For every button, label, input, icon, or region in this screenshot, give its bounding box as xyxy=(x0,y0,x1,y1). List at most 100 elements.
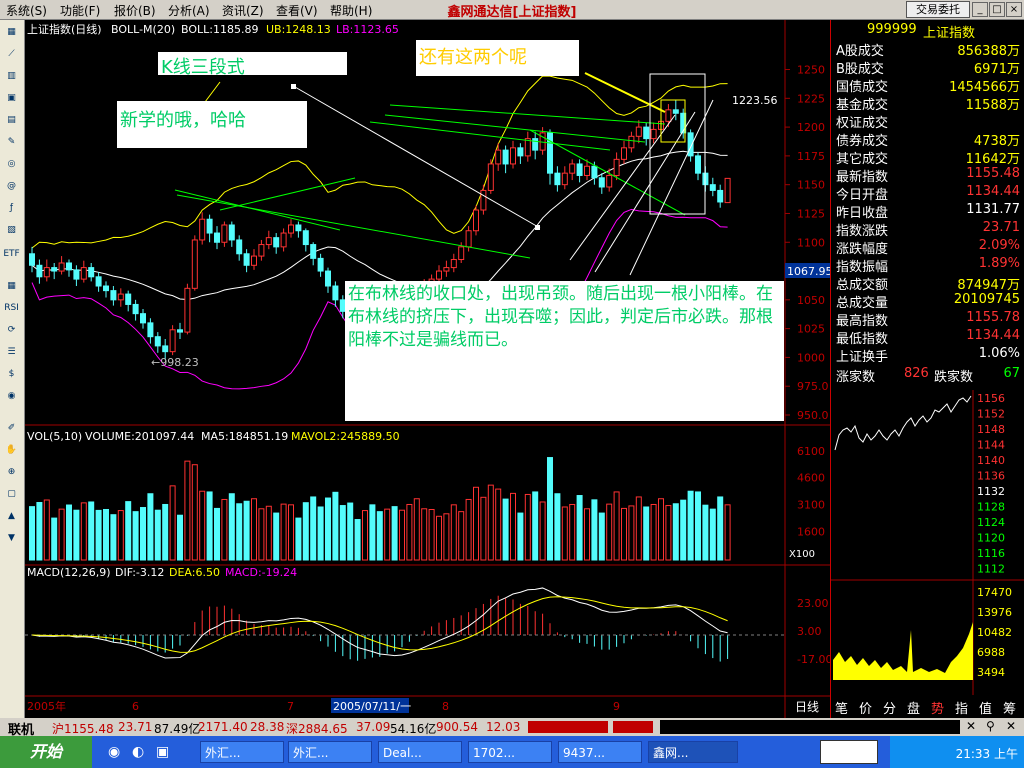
panel-icon[interactable]: ▢ xyxy=(3,487,20,502)
volume-bar xyxy=(561,506,568,561)
refresh-icon[interactable]: ⟳ xyxy=(3,323,20,338)
task-6[interactable]: 鑫网... xyxy=(648,741,738,763)
list-icon[interactable]: ☰ xyxy=(3,345,20,360)
macd-tick-label: -17.00 xyxy=(797,653,830,666)
search-icon[interactable]: ⚲ xyxy=(986,719,995,733)
info-row: 上证换手 1.06% xyxy=(834,346,1022,365)
volume-value: VOLUME:201097.44 xyxy=(85,430,194,443)
candle-body xyxy=(672,109,679,114)
minimize-icon[interactable]: _ xyxy=(972,2,988,17)
volume-bar xyxy=(517,512,524,561)
price-tick-label: 1000 xyxy=(797,351,825,364)
intraday-tick-label: 1116 xyxy=(977,547,1005,560)
close-icon[interactable]: × xyxy=(1006,2,1022,17)
etf-icon[interactable]: ETF xyxy=(3,247,20,262)
status-bar: 联机 沪1155.48 23.71 87.49亿 2171.40 28.38 深… xyxy=(0,718,1024,738)
settings-icon[interactable]: ✕ xyxy=(1006,719,1016,733)
candle-body xyxy=(251,255,257,266)
lb-value: LB:1123.65 xyxy=(336,23,399,36)
intraday-tick-label: 1112 xyxy=(977,563,1005,576)
candle xyxy=(473,205,479,236)
bar-chart-icon[interactable]: ▥ xyxy=(3,69,20,84)
task-3[interactable]: Deal... xyxy=(378,741,462,763)
task-2[interactable]: 外汇... xyxy=(288,741,372,763)
window-icon[interactable]: ▣ xyxy=(3,91,20,106)
line-chart-icon[interactable]: ⟋ xyxy=(3,47,20,62)
info-value: 1134.44 xyxy=(966,184,1020,199)
month-8: 8 xyxy=(442,700,449,713)
volume-bar xyxy=(502,498,509,561)
tab-price[interactable]: 价 xyxy=(859,698,872,717)
volume-bar xyxy=(258,508,265,561)
candle-body xyxy=(280,232,287,248)
tab-value[interactable]: 值 xyxy=(979,698,992,717)
macd-label: MACD(12,26,9) xyxy=(27,566,111,579)
info-value: 6971万 xyxy=(973,62,1020,77)
volume-bar xyxy=(310,496,317,561)
volume-bar xyxy=(184,460,191,561)
globe-icon[interactable]: ◉ xyxy=(3,389,20,404)
info-row: 总成交量 20109745 xyxy=(834,292,1022,311)
task-4[interactable]: 1702... xyxy=(468,741,552,763)
zoom-icon[interactable]: ⊕ xyxy=(3,465,20,480)
arrow-up-icon[interactable]: ▲ xyxy=(3,509,20,524)
intraday-chart[interactable]: 1156 1152 1148 1144 1140 1136 1132 1128 1124 1120… xyxy=(831,390,1024,695)
tab-chips[interactable]: 筹 xyxy=(1003,698,1016,717)
media-icon[interactable]: ◐ xyxy=(132,744,144,760)
tab-book[interactable]: 盘 xyxy=(907,698,920,717)
maximize-icon[interactable]: □ xyxy=(989,2,1005,17)
tools-icon[interactable]: ✕ xyxy=(966,719,976,733)
volume-bar xyxy=(391,506,398,561)
volume-bar xyxy=(228,493,235,561)
at-icon[interactable]: @ xyxy=(3,179,20,194)
input-box[interactable] xyxy=(820,740,878,764)
volume-bar xyxy=(125,501,132,561)
volume-bar xyxy=(384,508,391,561)
arrow-down-icon[interactable]: ▼ xyxy=(3,531,20,546)
grid-icon[interactable]: ▦ xyxy=(3,25,20,40)
note-icon[interactable]: ✎ xyxy=(3,135,20,150)
breadth-row: 涨家数 826 跌家数 67 xyxy=(834,366,1022,385)
period-label[interactable]: 日线 xyxy=(795,700,819,714)
candle-body xyxy=(458,246,465,261)
hand-icon[interactable]: ✋ xyxy=(3,443,20,458)
pen-icon[interactable]: ✐ xyxy=(3,421,20,436)
volume-bar xyxy=(717,496,724,561)
info-row: 总成交额 874947万 xyxy=(834,274,1022,293)
candle xyxy=(724,177,731,204)
info-value: 874947万 xyxy=(957,278,1020,293)
current-price-label: 1067.95 xyxy=(787,265,830,278)
money-icon[interactable]: $ xyxy=(3,367,20,382)
index-title: 999999 上证指数 xyxy=(831,20,1024,41)
rsi-icon[interactable]: RSI xyxy=(3,301,20,316)
browser-icon[interactable]: ◉ xyxy=(108,744,120,760)
candle-body xyxy=(554,172,561,186)
document-icon[interactable]: ▧ xyxy=(3,223,20,238)
volume-bar xyxy=(532,491,539,561)
price-tick-label: 1175 xyxy=(797,150,825,163)
tab-index[interactable]: 指 xyxy=(955,698,968,717)
table-icon[interactable]: ▤ xyxy=(3,113,20,128)
task-1[interactable]: 外汇... xyxy=(200,741,284,763)
date-marker: 2005/07/11/一 xyxy=(333,700,411,713)
volume-bar xyxy=(665,505,672,561)
candle-body xyxy=(43,267,50,278)
ub-value: UB:1248.13 xyxy=(266,23,331,36)
calendar-icon[interactable]: ▦ xyxy=(3,279,20,294)
intraday-tick-label: 1152 xyxy=(977,408,1005,421)
trade-button[interactable]: 交易委托 xyxy=(906,1,970,18)
desktop-icon[interactable]: ▣ xyxy=(156,744,169,760)
tab-trend[interactable]: 势 xyxy=(931,698,944,717)
volume-bar xyxy=(117,510,124,561)
volume-bar xyxy=(450,504,457,561)
marker-dot-2 xyxy=(535,225,540,230)
task-5[interactable]: 9437... xyxy=(558,741,642,763)
search-icon[interactable]: ◎ xyxy=(3,157,20,172)
info-value: 1.89% xyxy=(978,256,1020,271)
start-button[interactable]: 开始 xyxy=(0,736,92,768)
candle-body xyxy=(665,109,672,122)
function-icon[interactable]: ƒ xyxy=(3,201,20,216)
tab-minute[interactable]: 分 xyxy=(883,698,896,717)
high-label: 1223.56 xyxy=(732,94,778,107)
tab-ticks[interactable]: 笔 xyxy=(835,698,848,717)
